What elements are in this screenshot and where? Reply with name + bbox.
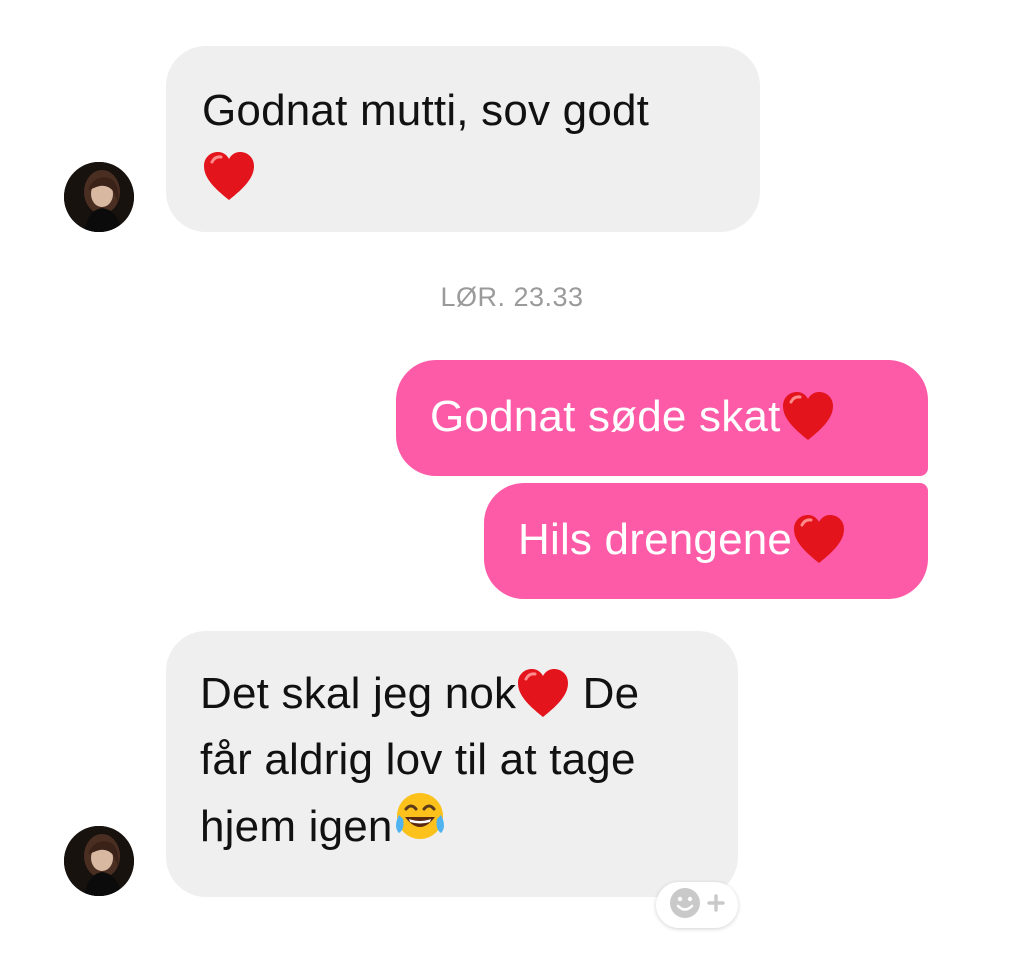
add-reaction-button[interactable] [656, 882, 738, 928]
red-heart-emoji [202, 150, 256, 202]
message-text: hjem igen [200, 802, 393, 852]
red-heart-emoji [516, 667, 570, 719]
message-bubble-incoming[interactable]: Godnat mutti, sov godt [166, 46, 760, 232]
timestamp: LØR. 23.33 [440, 282, 584, 312]
message-text: De [570, 669, 640, 718]
message-text: Godnat søde skat [430, 392, 781, 441]
message-bubble-outgoing[interactable]: Hils drengene [484, 483, 928, 599]
red-heart-emoji [781, 390, 835, 442]
plus-icon [706, 893, 726, 918]
message-text: Godnat mutti, sov godt [202, 86, 650, 135]
message-text: får aldrig lov til at tage [200, 735, 636, 784]
contact-avatar[interactable] [64, 826, 134, 896]
tears-of-joy-emoji [393, 789, 447, 862]
contact-avatar[interactable] [64, 162, 134, 232]
message-bubble-outgoing[interactable]: Godnat søde skat [396, 360, 928, 476]
red-heart-emoji [792, 513, 846, 565]
message-text: Det skal jeg nok [200, 669, 517, 718]
smiley-face-icon [668, 886, 702, 925]
message-text: Hils drengene [518, 515, 793, 564]
message-bubble-incoming[interactable]: Det skal jeg nok De får aldrig lov til a… [166, 631, 738, 897]
